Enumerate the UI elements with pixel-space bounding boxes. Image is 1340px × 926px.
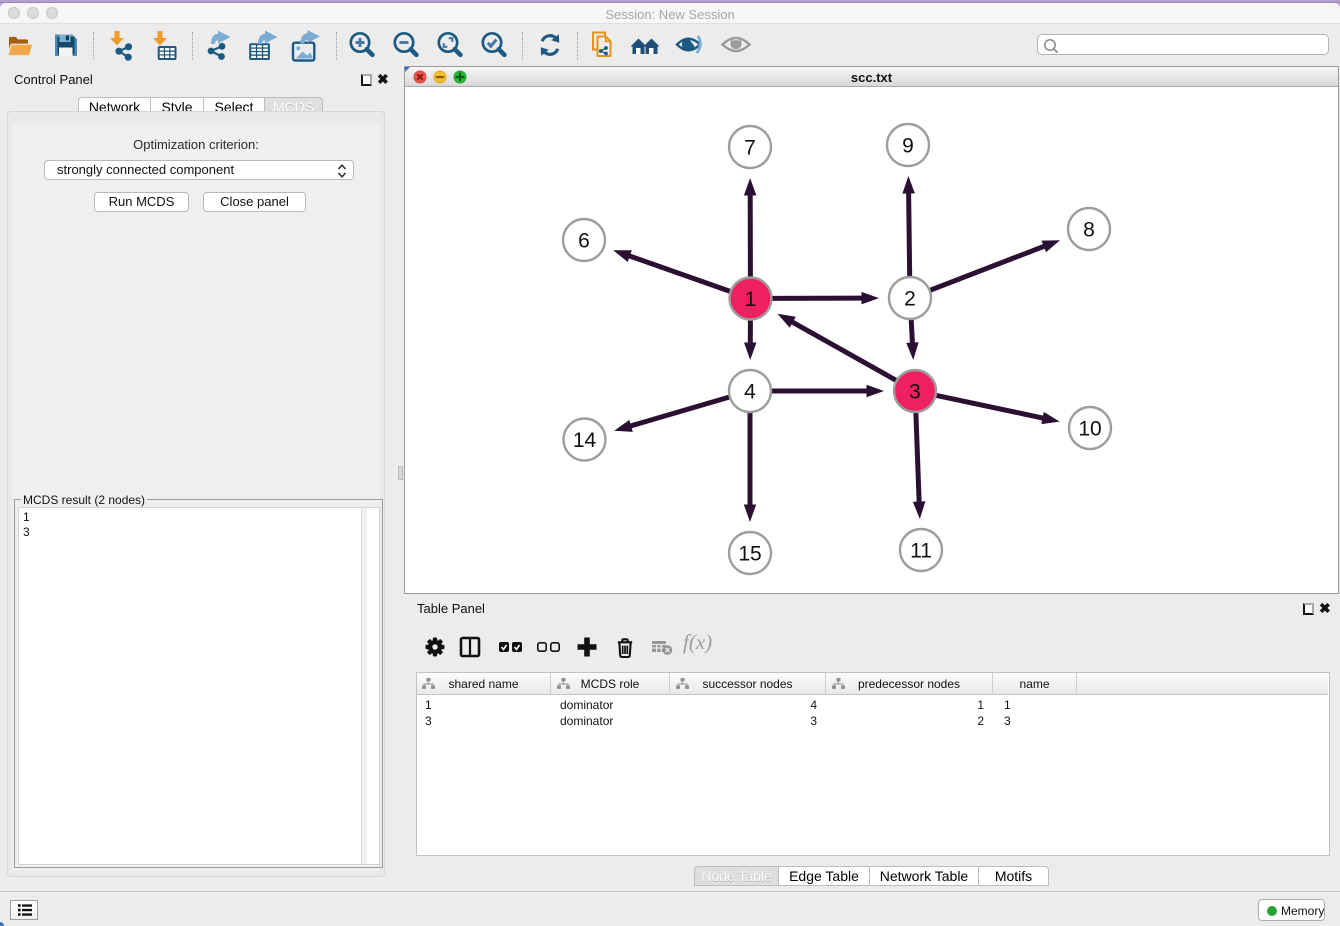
svg-text:4: 4 — [744, 381, 756, 404]
svg-text:8: 8 — [1083, 219, 1095, 242]
svg-text:11: 11 — [910, 540, 932, 563]
svg-text:7: 7 — [744, 137, 756, 160]
svg-text:15: 15 — [738, 543, 761, 566]
svg-text:9: 9 — [902, 135, 914, 158]
svg-text:3: 3 — [909, 381, 921, 404]
svg-text:14: 14 — [573, 429, 597, 452]
svg-text:10: 10 — [1078, 418, 1101, 441]
svg-text:1: 1 — [745, 288, 757, 311]
svg-text:6: 6 — [578, 230, 590, 253]
svg-text:2: 2 — [904, 288, 916, 311]
